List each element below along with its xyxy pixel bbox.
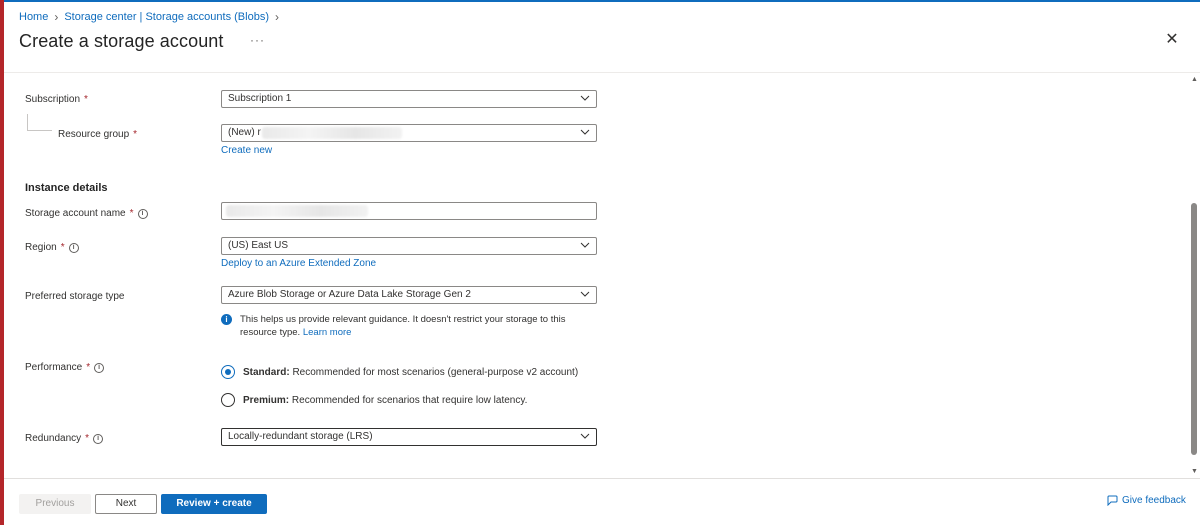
feedback-icon <box>1107 495 1118 506</box>
storage-account-name-label: Storage account name * i <box>25 208 148 219</box>
breadcrumb: Home › Storage center | Storage accounts… <box>19 10 279 24</box>
create-storage-account-blade: Home › Storage center | Storage accounts… <box>0 0 1200 525</box>
redundancy-value: Locally-redundant storage (LRS) <box>228 431 373 442</box>
redundancy-label-text: Redundancy <box>25 433 82 444</box>
more-icon[interactable]: ··· <box>250 33 265 47</box>
redacted-text <box>226 205 368 217</box>
chevron-down-icon <box>580 291 590 297</box>
required-marker: * <box>86 362 91 373</box>
region-label: Region * i <box>25 242 79 253</box>
chevron-down-icon <box>580 433 590 439</box>
region-label-text: Region <box>25 242 57 253</box>
preferred-storage-type-value: Azure Blob Storage or Azure Data Lake St… <box>228 289 471 300</box>
chevron-right-icon: › <box>54 10 59 24</box>
performance-label-text: Performance <box>25 362 83 373</box>
subscription-dropdown[interactable]: Subscription 1 <box>221 90 597 108</box>
give-feedback-text: Give feedback <box>1122 495 1186 506</box>
required-marker: * <box>85 433 90 444</box>
breadcrumb-home[interactable]: Home <box>19 11 48 23</box>
storage-account-name-label-text: Storage account name <box>25 208 126 219</box>
breadcrumb-storage-center[interactable]: Storage center | Storage accounts (Blobs… <box>64 11 269 23</box>
standard-option-desc: Recommended for most scenarios (general-… <box>292 366 579 378</box>
close-icon[interactable]: ✕ <box>1164 32 1180 48</box>
resource-group-label-text: Resource group <box>58 129 130 140</box>
scroll-thumb[interactable] <box>1191 203 1197 455</box>
info-icon: i <box>221 314 232 325</box>
required-marker: * <box>60 242 65 253</box>
footer-divider <box>4 478 1200 479</box>
performance-premium-option[interactable]: Premium: Recommended for scenarios that … <box>221 393 527 407</box>
info-icon[interactable]: i <box>137 208 148 219</box>
tree-connector <box>27 130 52 131</box>
subscription-label: Subscription * <box>25 94 88 105</box>
redacted-text <box>262 127 402 139</box>
resource-group-value: (New) r <box>228 127 261 138</box>
page-title: Create a storage account <box>19 31 224 51</box>
subscription-value: Subscription 1 <box>228 93 292 104</box>
deploy-extended-zone-link[interactable]: Deploy to an Azure Extended Zone <box>221 258 376 269</box>
resource-group-label: Resource group * <box>58 129 137 140</box>
tree-connector <box>27 114 28 130</box>
info-message: This helps us provide relevant guidance.… <box>240 314 566 338</box>
required-marker: * <box>84 94 88 105</box>
preferred-storage-type-label: Preferred storage type <box>25 291 125 302</box>
resource-group-dropdown[interactable]: (New) r <box>221 124 597 142</box>
create-new-link[interactable]: Create new <box>221 145 272 156</box>
top-accent-bar <box>0 0 1200 2</box>
next-button[interactable]: Next <box>95 494 157 514</box>
premium-option-text: Premium: Recommended for scenarios that … <box>243 395 527 406</box>
learn-more-link[interactable]: Learn more <box>303 327 352 338</box>
chevron-down-icon <box>580 95 590 101</box>
info-icon[interactable]: i <box>93 433 104 444</box>
header-divider <box>4 72 1200 73</box>
standard-option-name: Standard: <box>243 366 290 378</box>
give-feedback-link[interactable]: Give feedback <box>1107 495 1186 506</box>
standard-option-text: Standard: Recommended for most scenarios… <box>243 367 578 378</box>
previous-button[interactable]: Previous <box>19 494 91 514</box>
required-marker: * <box>133 129 138 140</box>
info-icon[interactable]: i <box>68 242 79 253</box>
performance-standard-option[interactable]: Standard: Recommended for most scenarios… <box>221 365 578 379</box>
storage-account-name-input[interactable] <box>221 202 597 220</box>
region-value: (US) East US <box>228 240 289 251</box>
left-accent-bar <box>0 0 4 525</box>
instance-details-heading: Instance details <box>25 182 108 194</box>
chevron-right-icon: › <box>274 10 279 24</box>
preferred-storage-type-label-text: Preferred storage type <box>25 291 125 302</box>
redundancy-dropdown[interactable]: Locally-redundant storage (LRS) <box>221 428 597 446</box>
required-marker: * <box>129 208 134 219</box>
storage-type-info-text: This helps us provide relevant guidance.… <box>240 313 581 339</box>
standard-radio[interactable] <box>221 365 235 379</box>
subscription-label-text: Subscription <box>25 94 81 105</box>
premium-radio[interactable] <box>221 393 235 407</box>
chevron-down-icon <box>580 129 590 135</box>
review-create-button[interactable]: Review + create <box>161 494 267 514</box>
info-icon[interactable]: i <box>94 362 105 373</box>
region-dropdown[interactable]: (US) East US <box>221 237 597 255</box>
scroll-up-icon[interactable]: ▲ <box>1191 76 1198 83</box>
preferred-storage-type-dropdown[interactable]: Azure Blob Storage or Azure Data Lake St… <box>221 286 597 304</box>
storage-type-info: i This helps us provide relevant guidanc… <box>221 313 581 339</box>
premium-option-name: Premium: <box>243 394 290 406</box>
chevron-down-icon <box>580 242 590 248</box>
scroll-down-icon[interactable]: ▼ <box>1191 468 1198 475</box>
vertical-scrollbar[interactable]: ▲ ▼ <box>1188 73 1200 478</box>
performance-label: Performance * i <box>25 362 105 373</box>
premium-option-desc: Recommended for scenarios that require l… <box>291 394 528 406</box>
redundancy-label: Redundancy * i <box>25 433 104 444</box>
